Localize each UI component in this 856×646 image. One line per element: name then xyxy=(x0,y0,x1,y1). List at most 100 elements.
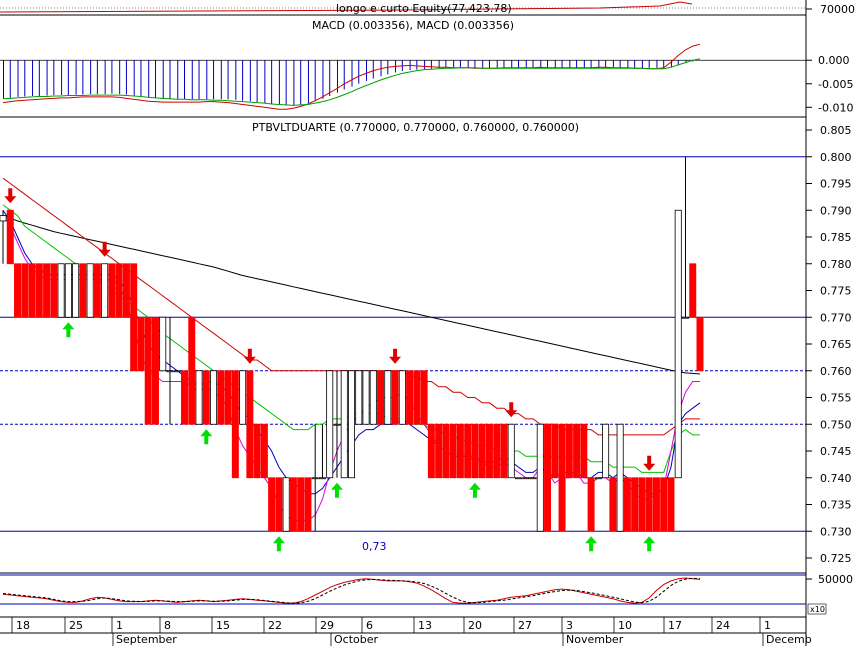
price-tick-label: 0.735 xyxy=(820,499,852,512)
candle-body xyxy=(384,370,392,425)
candle-body xyxy=(362,370,370,425)
candle-body xyxy=(86,263,94,318)
candle-body xyxy=(681,316,689,319)
candle-body xyxy=(558,423,566,532)
x-tick-label: 29 xyxy=(320,619,334,632)
month-label: September xyxy=(116,633,177,646)
candle-body xyxy=(594,477,602,480)
price-tick-label: 0.745 xyxy=(820,445,852,458)
price-tick-label: 0.750 xyxy=(820,418,852,431)
x-tick-label: 13 xyxy=(418,619,432,632)
candle-body xyxy=(573,423,581,479)
candle-body xyxy=(326,370,334,479)
macd-tick-label: -0.010 xyxy=(818,101,853,114)
candle-body xyxy=(427,423,435,479)
candle-body xyxy=(522,477,530,480)
price-tick-label: 0.790 xyxy=(820,204,852,217)
candle-body xyxy=(239,370,247,425)
candle-body xyxy=(551,423,559,479)
candle-body xyxy=(57,263,65,318)
candle-body xyxy=(231,370,239,479)
candle-body xyxy=(50,263,58,318)
candle-body xyxy=(645,477,653,532)
stoch-scale-badge: x10 xyxy=(810,605,825,614)
price-tick-label: 0.730 xyxy=(820,525,852,538)
candle-body xyxy=(151,316,159,425)
candle-body xyxy=(35,263,43,318)
x-tick-label: 20 xyxy=(468,619,482,632)
candle-body xyxy=(398,370,406,425)
candle-body xyxy=(493,423,501,479)
candle-body xyxy=(210,370,218,425)
candle-body xyxy=(369,370,377,425)
candle-body xyxy=(122,263,130,318)
candle-body xyxy=(652,477,660,532)
candle-body xyxy=(275,477,283,532)
candle-body xyxy=(130,263,138,372)
candle-body xyxy=(21,263,29,318)
stoch-tick-label: 50000 xyxy=(818,573,853,586)
candle-body xyxy=(587,477,595,532)
candle-body xyxy=(631,477,639,532)
x-tick-label: 3 xyxy=(566,619,573,632)
candle-body xyxy=(93,263,101,318)
candle-body xyxy=(507,423,515,479)
candle-body xyxy=(674,209,682,479)
candle-body xyxy=(304,477,312,532)
candle-body xyxy=(173,370,181,373)
candle-body xyxy=(696,316,704,372)
candle-body xyxy=(144,316,152,425)
equity-title: longo e curto Equity(77,423.78) xyxy=(336,2,512,15)
month-label: Decemb xyxy=(766,633,812,646)
macd-tick-label: 0.000 xyxy=(818,54,850,67)
candle-body xyxy=(464,423,472,479)
price-tick-label: 0.780 xyxy=(820,258,852,271)
candle-body xyxy=(166,370,174,373)
candle-body xyxy=(333,423,341,426)
price-tick-label: 0.755 xyxy=(820,392,852,405)
candle-body xyxy=(391,370,399,425)
candle-body xyxy=(101,263,109,318)
candle-body xyxy=(297,477,305,532)
candle-body xyxy=(318,477,326,480)
candle-body xyxy=(14,263,22,318)
candle-body xyxy=(580,423,588,479)
price-tick-label: 0.725 xyxy=(820,552,852,565)
candle-body xyxy=(202,370,210,425)
candle-body xyxy=(471,423,479,479)
x-tick-label: 25 xyxy=(69,619,83,632)
candle-body xyxy=(442,423,450,479)
month-label: November xyxy=(566,633,624,646)
candle-body xyxy=(667,477,675,532)
price-tick-label: 0.800 xyxy=(820,151,852,164)
price-tick-label: 0.765 xyxy=(820,338,852,351)
candle-body xyxy=(43,263,51,318)
equity-tick-label: 70000 xyxy=(820,3,855,16)
candle-body xyxy=(500,423,508,479)
candle-body xyxy=(159,316,167,372)
candle-body xyxy=(246,370,254,479)
macd-title: MACD (0.003356), MACD (0.003356) xyxy=(312,19,514,32)
candle-body xyxy=(268,477,276,532)
candle-body xyxy=(406,370,414,425)
candle-body xyxy=(64,263,72,318)
candle-body xyxy=(253,423,261,479)
candle-body xyxy=(529,477,537,480)
candle-body xyxy=(536,423,544,532)
candle-body xyxy=(689,263,697,318)
x-tick-label: 27 xyxy=(518,619,532,632)
candle-body xyxy=(638,477,646,532)
candle-body xyxy=(485,423,493,479)
x-tick-label: 24 xyxy=(716,619,730,632)
candle-body xyxy=(6,209,14,265)
candle-body xyxy=(289,477,297,532)
candle-body xyxy=(515,477,522,480)
x-tick-label: 22 xyxy=(268,619,282,632)
technical-analysis-chart: longo e curto Equity(77,423.78) 70000 MA… xyxy=(0,0,856,646)
price-tick-label: 0.775 xyxy=(820,285,852,298)
min-price-annotation: 0,73 xyxy=(362,540,387,553)
candle-body xyxy=(544,423,552,532)
candle-body xyxy=(623,477,631,532)
candle-body xyxy=(260,423,268,479)
candle-body xyxy=(478,423,486,479)
